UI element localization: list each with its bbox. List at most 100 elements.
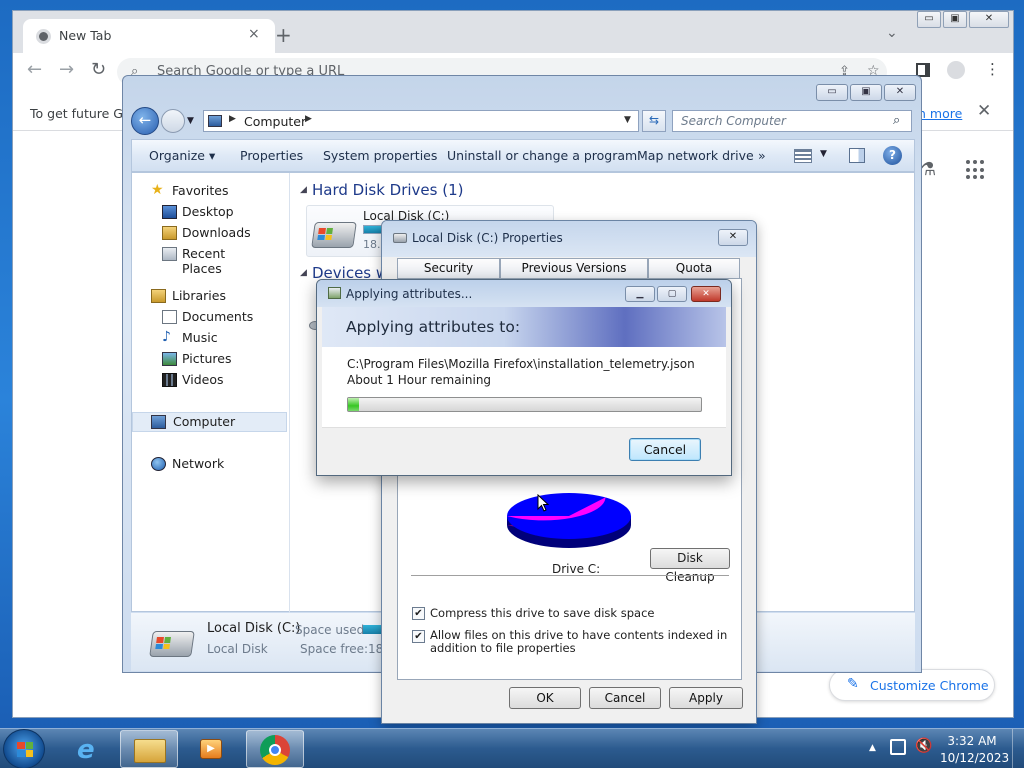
show-desktop-button[interactable] bbox=[1012, 729, 1024, 768]
system-properties-button[interactable]: System properties bbox=[323, 148, 437, 163]
network-tray-icon[interactable] bbox=[890, 739, 906, 755]
tab-previous-versions[interactable]: Previous Versions bbox=[500, 258, 648, 279]
taskbar-media-player[interactable]: ▶ bbox=[182, 730, 240, 768]
nav-label: Videos bbox=[182, 372, 224, 387]
back-icon[interactable]: ← bbox=[27, 61, 42, 79]
address-text[interactable]: Computer bbox=[244, 114, 306, 129]
media-player-icon: ▶ bbox=[200, 739, 222, 759]
taskbar-windows-explorer[interactable] bbox=[120, 730, 178, 768]
navigation-pane: ★ Favorites Desktop Downloads Recent Pla… bbox=[132, 173, 290, 613]
explorer-close-button[interactable]: ✕ bbox=[884, 84, 916, 101]
search-placeholder: Search Computer bbox=[681, 114, 786, 128]
downloads-folder-icon bbox=[162, 226, 177, 240]
properties-titlebar[interactable]: Local Disk (C:) Properties ✕ bbox=[382, 221, 756, 257]
properties-cancel-button[interactable]: Cancel bbox=[589, 687, 661, 709]
space-used-label: Space used: bbox=[295, 623, 369, 637]
clock-date[interactable]: 10/12/2023 bbox=[940, 751, 1009, 765]
view-dropdown-icon[interactable]: ▼ bbox=[820, 149, 827, 159]
nav-label: Computer bbox=[173, 414, 236, 429]
refresh-button[interactable]: ⇆ bbox=[642, 110, 666, 132]
explorer-minimize-button[interactable]: ▭ bbox=[816, 84, 848, 101]
taskbar-internet-explorer[interactable]: e bbox=[60, 730, 118, 768]
preview-pane-icon[interactable] bbox=[849, 148, 865, 163]
properties-button[interactable]: Properties bbox=[240, 148, 303, 163]
details-type: Local Disk bbox=[207, 642, 268, 656]
tab-new-tab[interactable]: New Tab × bbox=[23, 19, 275, 53]
applying-close-button[interactable]: ✕ bbox=[691, 286, 721, 302]
forward-icon[interactable]: → bbox=[59, 61, 74, 79]
search-input[interactable]: Search Computer ⌕ bbox=[672, 110, 912, 132]
progress-bar bbox=[347, 397, 702, 412]
organize-button[interactable]: Organize ▾ bbox=[149, 148, 215, 163]
computer-icon bbox=[208, 115, 222, 127]
apps-grid-icon[interactable] bbox=[966, 160, 986, 180]
windows-logo-icon bbox=[155, 637, 171, 649]
chrome-menu-icon[interactable]: ⋮ bbox=[985, 60, 1000, 78]
disk-usage-pie bbox=[507, 493, 631, 548]
infobar-learn-more-link[interactable]: n more bbox=[918, 106, 962, 121]
address-dropdown-icon[interactable]: ▼ bbox=[624, 115, 631, 125]
help-icon[interactable]: ? bbox=[883, 146, 902, 165]
apply-button[interactable]: Apply bbox=[669, 687, 743, 709]
applying-minimize-button[interactable]: ▁ bbox=[625, 286, 655, 302]
applying-titlebar[interactable]: Applying attributes... ▁ ▢ ✕ bbox=[317, 280, 731, 307]
breadcrumb-arrow-icon[interactable]: ▶ bbox=[305, 114, 312, 124]
map-network-drive-button[interactable]: Map network drive bbox=[637, 148, 754, 163]
nav-label: Libraries bbox=[172, 288, 226, 303]
tab-quota[interactable]: Quota bbox=[648, 258, 740, 279]
disk-cleanup-button[interactable]: Disk Cleanup bbox=[650, 548, 730, 584]
libraries-icon bbox=[151, 289, 166, 303]
time-remaining: About 1 Hour remaining bbox=[347, 373, 492, 387]
tab-search-icon[interactable]: ⌄ bbox=[886, 25, 898, 41]
taskbar-chrome[interactable] bbox=[246, 730, 304, 768]
videos-icon bbox=[162, 373, 177, 387]
infobar-text: To get future Go bbox=[30, 106, 131, 121]
collapse-arrow-icon[interactable]: ◢ bbox=[300, 268, 307, 278]
volume-muted-icon[interactable]: 🔇 bbox=[915, 738, 932, 754]
nav-label: Desktop bbox=[182, 204, 234, 219]
hdd-group-header[interactable]: Hard Disk Drives (1) bbox=[312, 181, 463, 199]
forward-button[interactable] bbox=[161, 109, 185, 133]
ok-button[interactable]: OK bbox=[509, 687, 581, 709]
reload-icon[interactable]: ↻ bbox=[91, 61, 106, 79]
nav-computer[interactable]: Computer bbox=[132, 412, 287, 432]
nav-label: Documents bbox=[182, 309, 254, 324]
infobar-close-icon[interactable]: ✕ bbox=[977, 101, 991, 121]
search-icon: ⌕ bbox=[893, 113, 901, 128]
tab-close-icon[interactable]: × bbox=[248, 26, 260, 42]
current-file-path: C:\Program Files\Mozilla Firefox\install… bbox=[347, 357, 695, 371]
folder-icon bbox=[134, 739, 166, 763]
customize-chrome-button[interactable]: ✎ Customize Chrome bbox=[829, 669, 995, 701]
address-bar[interactable]: ▶ Computer ▶ ▼ bbox=[203, 110, 639, 132]
collapse-arrow-icon[interactable]: ◢ bbox=[300, 185, 307, 195]
chrome-close-button[interactable]: ✕ bbox=[969, 11, 1009, 28]
tab-security[interactable]: Security bbox=[397, 258, 500, 279]
applying-cancel-button[interactable]: Cancel bbox=[629, 438, 701, 461]
back-button[interactable]: ← bbox=[131, 107, 159, 135]
properties-close-button[interactable]: ✕ bbox=[718, 229, 748, 246]
change-view-icon[interactable] bbox=[794, 149, 812, 163]
taskbar: e ▶ ▲ 🔇 3:32 AM 10/12/2023 bbox=[0, 728, 1024, 768]
music-icon: ♪ bbox=[162, 329, 171, 345]
breadcrumb-arrow-icon[interactable]: ▶ bbox=[229, 114, 236, 124]
uninstall-program-button[interactable]: Uninstall or change a program bbox=[447, 148, 637, 163]
chrome-favicon-icon bbox=[36, 29, 51, 44]
applying-maximize-button[interactable]: ▢ bbox=[657, 286, 687, 302]
chrome-minimize-button[interactable]: ▭ bbox=[917, 11, 941, 28]
properties-title: Local Disk (C:) Properties bbox=[412, 231, 563, 245]
show-hidden-icons[interactable]: ▲ bbox=[869, 743, 876, 753]
recent-pages-dropdown-icon[interactable]: ▼ bbox=[187, 116, 194, 126]
compress-checkbox[interactable]: ✔ bbox=[412, 607, 425, 620]
applying-title: Applying attributes... bbox=[346, 287, 473, 301]
explorer-restore-button[interactable]: ▣ bbox=[850, 84, 882, 101]
new-tab-button[interactable]: + bbox=[275, 25, 292, 45]
chrome-restore-button[interactable]: ▣ bbox=[943, 11, 967, 28]
index-checkbox[interactable]: ✔ bbox=[412, 630, 425, 643]
profile-avatar-icon[interactable] bbox=[947, 61, 965, 79]
more-commands-button[interactable]: » bbox=[758, 148, 766, 163]
labs-flask-icon[interactable]: ⚗ bbox=[920, 159, 936, 180]
clock-time[interactable]: 3:32 AM bbox=[944, 734, 1000, 748]
start-button[interactable] bbox=[3, 729, 45, 768]
windows-logo-icon bbox=[17, 742, 33, 757]
drive-title-icon bbox=[393, 233, 407, 243]
